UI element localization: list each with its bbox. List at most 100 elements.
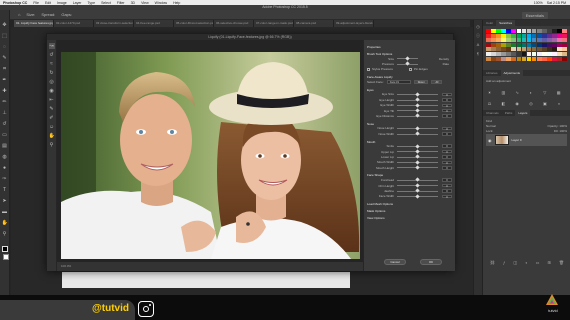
push-left-tool-icon[interactable]: ⇤ [49,97,55,103]
swatch[interactable] [526,51,532,56]
tab-libraries[interactable]: Libraries [483,70,501,76]
black-white-icon[interactable]: ◧ [500,101,507,106]
swatch[interactable] [501,42,506,47]
swatch[interactable] [557,42,562,47]
visibility-eye-icon[interactable]: ◉ [488,138,492,143]
menu-edit[interactable]: Edit [45,1,51,5]
swatch[interactable] [506,56,511,61]
swatch[interactable] [557,29,562,33]
link-icon[interactable]: ⛓ [490,260,495,265]
swatch[interactable] [496,56,501,61]
menu-help[interactable]: Help [173,1,180,5]
tab-swatches[interactable]: Swatches [496,20,516,26]
swatch[interactable] [506,33,511,38]
smooth-tool-icon[interactable]: ≈ [49,61,55,67]
mouth-width-slider[interactable] [397,160,438,165]
history-icon[interactable]: ◷ [476,24,481,29]
stamp-tool-icon[interactable]: ⊥ [2,110,8,116]
swatch[interactable] [526,38,532,43]
reconstruct-tool-icon[interactable]: ↺ [49,52,55,58]
swatch[interactable] [501,56,506,61]
swatch[interactable] [531,42,537,47]
swatch[interactable] [562,56,567,61]
tab-color[interactable]: Color [483,20,496,26]
swatch[interactable] [531,29,537,33]
crop-tool-icon[interactable]: ⌗ [2,66,8,72]
swatch[interactable] [562,38,567,43]
swatch[interactable] [526,56,532,61]
eye-distance-slider[interactable] [397,113,438,118]
brush-tool-icon[interactable]: ✏ [2,99,8,105]
swatch[interactable] [562,42,567,47]
background-color-swatch[interactable] [3,254,9,260]
swatch[interactable] [506,51,511,56]
swatch[interactable] [557,56,562,61]
mouth-height-slider[interactable] [397,165,438,170]
mask-options-section[interactable]: Mask Options [367,209,452,213]
select-face-dropdown[interactable]: Face #1 [386,79,411,84]
swatch[interactable] [552,47,557,52]
bloat-tool-icon[interactable]: ◉ [49,88,55,94]
swatch[interactable] [486,33,491,38]
fill-field[interactable]: Fill: 100% [554,129,567,133]
swatch[interactable] [511,29,516,33]
freeze-mask-tool-icon[interactable]: ✎ [49,106,55,112]
swatch[interactable] [496,33,501,38]
view-options-section[interactable]: View Options [367,216,452,220]
swatch[interactable] [536,42,542,47]
ok-button[interactable]: OK [420,259,442,265]
lower-lip-slider[interactable] [397,154,438,159]
pucker-tool-icon[interactable]: ◎ [49,79,55,85]
swatch[interactable] [557,47,562,52]
menu-select[interactable]: Select [101,1,111,5]
zoom-readout[interactable]: 100.0% [61,262,71,271]
swatch[interactable] [526,47,532,52]
swatch[interactable] [552,29,557,33]
doc-tab[interactable]: 08-camera.psd [294,20,334,27]
eyedropper-tool-icon[interactable]: ✒ [2,77,8,83]
fx-icon[interactable]: ƒ [503,260,505,265]
swatch[interactable] [521,51,527,56]
swatch[interactable] [562,29,567,33]
swatch[interactable] [496,38,501,43]
healing-tool-icon[interactable]: ✚ [2,88,8,94]
swatch[interactable] [542,33,547,38]
swatch[interactable] [521,33,527,38]
zoom-tool-icon[interactable]: ⚲ [49,142,55,148]
swatch[interactable] [542,47,547,52]
vibrance-icon[interactable]: ▽ [541,90,548,95]
menu-type[interactable]: Type [87,1,95,5]
swatch[interactable] [491,29,496,33]
swatch[interactable] [536,51,542,56]
face-tool-icon[interactable]: ☺ [49,124,55,130]
swatch[interactable] [557,38,562,43]
photo-filter-icon[interactable]: ◉ [514,101,521,106]
swatch[interactable] [552,33,557,38]
swatch[interactable] [552,56,557,61]
swatch[interactable] [491,47,496,52]
forward-warp-tool-icon[interactable]: ↝ [48,43,55,49]
swatch[interactable] [511,38,516,43]
doc-tab[interactable]: 06-selective-choose.psd [214,20,254,27]
swatch[interactable] [552,42,557,47]
swatch[interactable] [521,29,527,33]
character-icon[interactable]: A [476,42,481,47]
smile-slider[interactable] [397,143,438,149]
tab-adjustments[interactable]: Adjustments [500,70,524,76]
layer-row[interactable]: ◉ Layer 0 [486,134,567,146]
workspace-switcher[interactable]: Essentials [521,12,548,19]
new-layer-icon[interactable]: ⊞ [547,260,550,265]
swatch[interactable] [511,47,516,52]
swatch[interactable] [542,29,547,33]
face-width-slider[interactable] [397,194,438,199]
foreground-color-swatch[interactable] [1,246,8,252]
swatch[interactable] [506,38,511,43]
swatch[interactable] [516,42,522,47]
twirl-tool-icon[interactable]: ↻ [49,70,55,76]
hand-tool-icon[interactable]: ✋ [49,133,55,139]
doc-tab[interactable]: 03 close-transform-selection.psd [94,20,134,27]
swatch[interactable] [486,38,491,43]
eraser-tool-icon[interactable]: ▭ [2,132,8,138]
swatch[interactable] [531,47,537,52]
hue-sat-icon[interactable]: ▦ [555,90,562,95]
